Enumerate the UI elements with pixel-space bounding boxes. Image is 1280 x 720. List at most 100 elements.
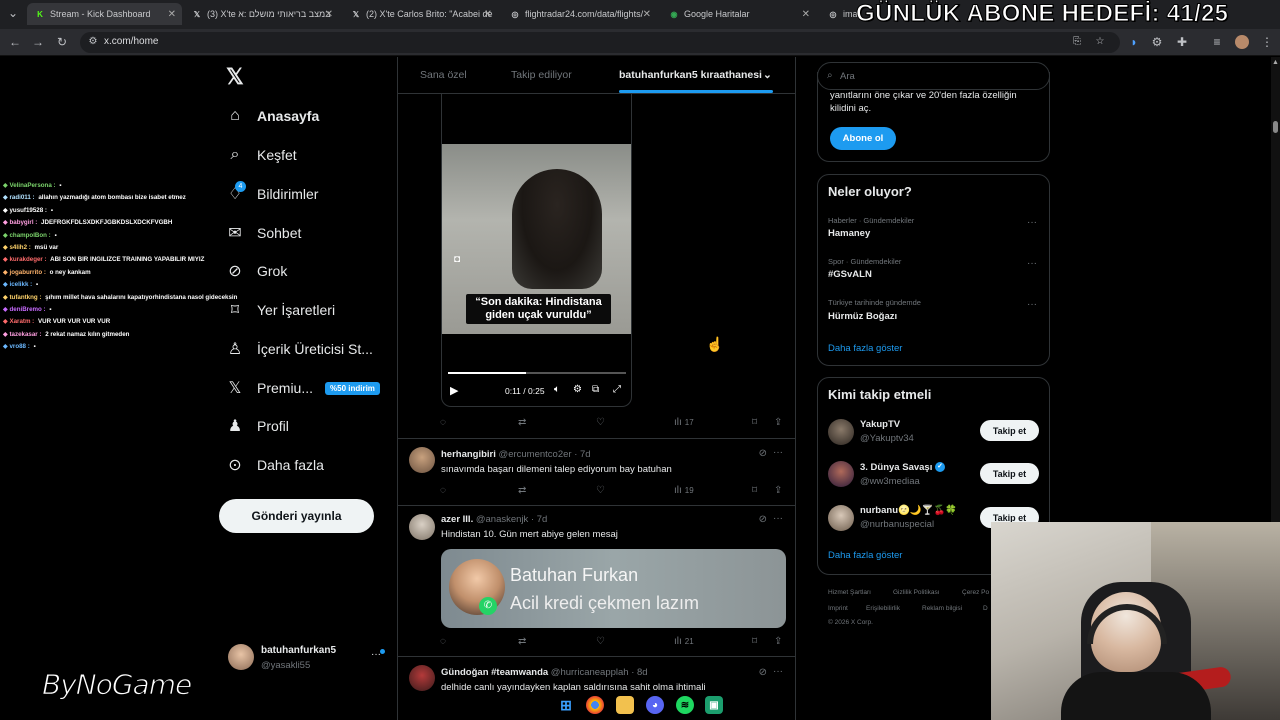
tweet[interactable]: azer III. @anaskenjk · 7d ⊘ ··· Hindista… [398,506,795,656]
close-tab-icon[interactable]: ✕ [802,9,810,20]
footer-link[interactable]: Çerez Po [962,589,989,596]
chat-username[interactable]: ◆ babygirl : [3,219,37,226]
settings-icon[interactable]: ⚙ [573,384,582,395]
pip-icon[interactable]: ⧉ [592,384,599,395]
media-icon[interactable]: ≡ [1210,35,1224,49]
chat-username[interactable]: ◆ Xaratm : [3,318,34,325]
reply-icon[interactable]: ◌ [440,417,446,428]
suggested-user-name[interactable]: nurbanu🌝🌙🍸🍒🍀 [860,505,957,516]
avatar[interactable] [828,419,854,445]
chat-username[interactable]: ◆ kurakdeger : [3,256,47,263]
bookmark-star-icon[interactable]: ☆ [1093,35,1107,49]
share-icon[interactable]: ⇪ [774,485,782,496]
forward-icon[interactable]: → [31,35,45,49]
suggested-user-name[interactable]: YakupTV [860,419,900,430]
tab-community[interactable]: batuhanfurkan5 kıraathanesi [619,69,762,81]
video-player[interactable]: ◘ “Son dakika: Hindistana giden uçak vur… [441,94,632,407]
bookmark-icon[interactable]: ⌑ [752,485,757,496]
chat-username[interactable]: ◆ tufantkng : [3,294,41,301]
more-icon[interactable]: ··· [773,513,783,524]
chevron-down-icon[interactable]: ⌄ [763,69,772,81]
tweet-author[interactable]: herhangibiri [441,449,496,460]
follow-button[interactable]: Takip et [980,420,1039,441]
nav-premium[interactable]: 𝕏 Premiu... %50 indirim [226,374,380,402]
video-progress-bar[interactable] [448,372,626,374]
footer-link[interactable]: Hizmet Şartları [828,589,871,596]
tweet-author[interactable]: azer III. [441,514,473,525]
bookmark-icon[interactable]: ⌑ [752,636,757,647]
app-icon[interactable]: ▣ [705,696,723,714]
more-icon[interactable]: ··· [1027,299,1037,310]
reload-icon[interactable]: ↻ [55,35,69,49]
chat-username[interactable]: ◆ s4lih2 : [3,244,31,251]
more-icon[interactable]: ··· [1027,217,1037,228]
chat-username[interactable]: ◆ tazekasar : [3,331,41,338]
grok-icon[interactable]: ⊘ [759,667,767,678]
views-icon[interactable]: ılı 21 [674,636,694,647]
nav-profile[interactable]: ♟ Profil [226,412,289,440]
file-explorer-icon[interactable] [616,696,634,714]
follow-button[interactable]: Takip et [980,463,1039,484]
nav-notifications[interactable]: ♢ 4 Bildirimler [226,180,318,208]
subscribe-button[interactable]: Abone ol [830,127,896,150]
extension-icon[interactable]: ◗ [1127,35,1141,49]
nav-creator-studio[interactable]: ♙ İçerik Üreticisi St... [226,335,373,363]
close-tab-icon[interactable]: ✕ [325,9,333,20]
nav-grok[interactable]: ⊘ Grok [226,257,287,285]
address-bar[interactable]: ⚙ x.com/home ⎘ ☆ [80,32,1120,53]
close-tab-icon[interactable]: ✕ [484,9,492,20]
more-icon[interactable]: ··· [773,447,783,458]
post-button[interactable]: Gönderi yayınla [219,499,374,533]
spotify-icon[interactable]: ≋ [676,696,694,714]
share-icon[interactable]: ⇪ [774,636,782,647]
chat-username[interactable]: ◆ icelikk : [3,281,32,288]
nav-explore[interactable]: ⌕ Keşfet [226,141,297,169]
extension-icon[interactable]: ⚙ [1150,35,1164,49]
more-icon[interactable]: ··· [1027,258,1037,269]
views-icon[interactable]: ılı 17 [674,417,694,428]
play-icon[interactable]: ▶ [450,384,458,397]
browser-tab[interactable]: ◎ imag [820,3,861,25]
menu-icon[interactable]: ⋮ [1260,35,1274,49]
more-icon[interactable]: ··· [773,666,783,677]
scrollbar-thumb[interactable] [1273,121,1278,133]
nav-home[interactable]: ⌂ Anasayfa [226,102,319,130]
account-switcher[interactable]: batuhanfurkan5 @yasakli55 ··· [224,640,389,676]
show-more-link[interactable]: Daha fazla göster [828,550,902,561]
tweet-image[interactable]: ✆ Batuhan Furkan Acil kredi çekmen lazım [441,549,786,628]
bookmark-icon[interactable]: ⌑ [752,417,757,428]
footer-link[interactable]: Reklam bilgisi [922,605,962,612]
tab-search-icon[interactable]: ⌄ [6,6,20,20]
chat-username[interactable]: ◆ vro88 : [3,343,30,350]
avatar[interactable] [828,505,854,531]
windows-start-icon[interactable]: ⊞ [557,696,575,714]
grok-icon[interactable]: ⊘ [759,448,767,459]
retweet-icon[interactable]: ⇄ [518,485,526,496]
install-icon[interactable]: ⎘ [1070,35,1084,49]
chat-username[interactable]: ◆ jogaburrito : [3,269,46,276]
x-logo-icon[interactable]: 𝕏 [226,64,244,90]
footer-link[interactable]: Erişilebilirlik [866,605,900,612]
profile-avatar[interactable] [1235,35,1249,49]
nav-more[interactable]: ⊙ Daha fazla [226,451,324,479]
fullscreen-icon[interactable]: ⤢ [613,384,621,395]
extensions-puzzle-icon[interactable]: ✚ [1175,35,1189,49]
nav-chat[interactable]: ✉ Sohbet [226,219,301,247]
tweet[interactable]: herhangibiri @ercumentco2er · 7d ⊘ ··· s… [398,439,795,505]
browser-tab[interactable]: ◎ flightradar24.com/data/flights/✕ [502,3,657,25]
footer-link[interactable]: Imprint [828,605,848,612]
browser-tab[interactable]: 𝕏 (3) X'te במצב בריאותי מושלם :א ✕ [184,3,339,25]
close-tab-icon[interactable]: ✕ [643,9,651,20]
site-info-icon[interactable]: ⚙ [86,35,100,49]
discord-icon[interactable]: ◕ [646,696,664,714]
suggested-user-name[interactable]: 3. Dünya Savaşı [860,462,932,473]
like-icon[interactable]: ♡ [596,636,605,647]
scroll-up-icon[interactable]: ▲ [1272,59,1279,66]
chat-username[interactable]: ◆ VelinaPersona : [3,182,56,189]
browser-tab[interactable]: K Stream - Kick Dashboard ✕ [27,3,182,25]
back-icon[interactable]: ← [8,35,22,49]
chat-username[interactable]: ◆ radi011 : [3,194,35,201]
show-more-link[interactable]: Daha fazla göster [828,343,902,354]
like-icon[interactable]: ♡ [596,417,605,428]
retweet-icon[interactable]: ⇄ [518,417,526,428]
